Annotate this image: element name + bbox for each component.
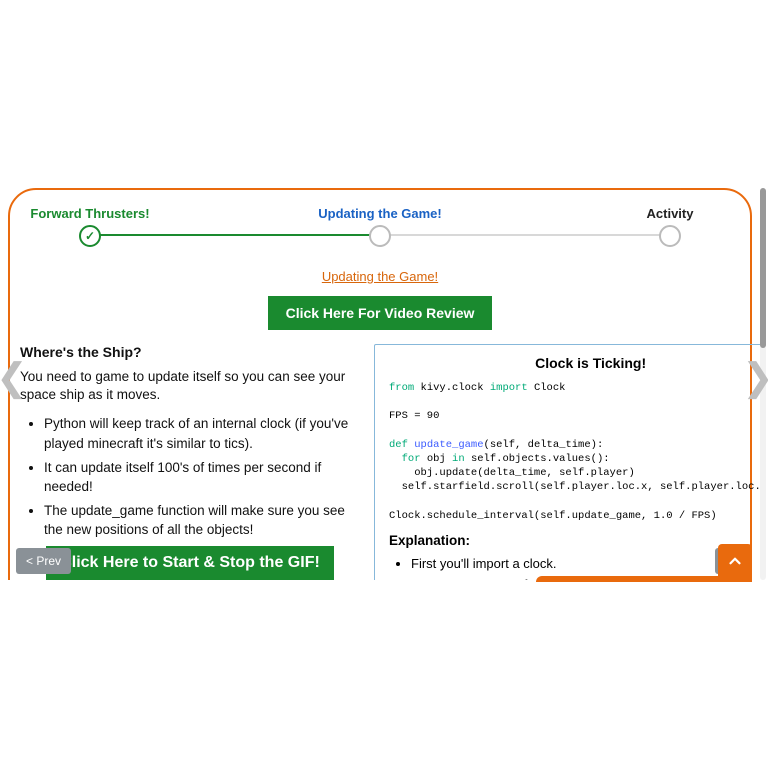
prev-slide-arrow[interactable]: ❮ [0,358,24,398]
step-3[interactable]: Activity [590,206,750,247]
lesson-viewport: Forward Thrusters! ✓ Updating the Game! … [0,188,760,580]
list-item: It can update itself 100's of times per … [44,458,360,497]
list-item: The update_game function will make sure … [44,501,360,540]
chevron-up-icon [726,552,744,570]
step-2[interactable]: Updating the Game! [300,206,460,247]
left-intro: You need to game to update itself so you… [20,368,360,404]
list-item: First you'll import a clock. [411,554,760,574]
step-circle [659,225,681,247]
lesson-card: Forward Thrusters! ✓ Updating the Game! … [8,188,752,580]
next-slide-arrow[interactable]: ❯ [742,358,768,398]
list-item: Python will keep track of an internal cl… [44,414,360,453]
left-column: Where's the Ship? You need to game to up… [20,344,360,580]
code-block: from kivy.clock import Clock FPS = 90 de… [389,381,760,523]
progress-stepper: Forward Thrusters! ✓ Updating the Game! … [90,206,670,262]
step-label: Updating the Game! [300,206,460,221]
step-label: Forward Thrusters! [10,206,170,221]
step-label: Activity [590,206,750,221]
video-review-button[interactable]: Click Here For Video Review [268,296,493,330]
right-heading: Clock is Ticking! [389,355,760,371]
left-bullets: Python will keep track of an internal cl… [20,414,360,539]
scrollbar-thumb[interactable] [760,188,766,348]
left-heading: Where's the Ship? [20,344,360,360]
back-to-top-button[interactable] [718,544,752,578]
video-button-wrap: Click Here For Video Review [20,296,740,330]
step-1[interactable]: Forward Thrusters! ✓ [10,206,170,247]
prev-button[interactable]: < Prev [16,548,71,574]
step-sublink-wrap: Updating the Game! [20,268,740,286]
check-icon: ✓ [79,225,101,247]
right-column: Clock is Ticking! from kivy.clock import… [374,344,760,580]
gif-toggle-button[interactable]: Click Here to Start & Stop the GIF! [46,546,334,580]
step-circle [369,225,391,247]
explanation-heading: Explanation: [389,533,760,548]
step-sublink[interactable]: Updating the Game! [322,269,438,284]
